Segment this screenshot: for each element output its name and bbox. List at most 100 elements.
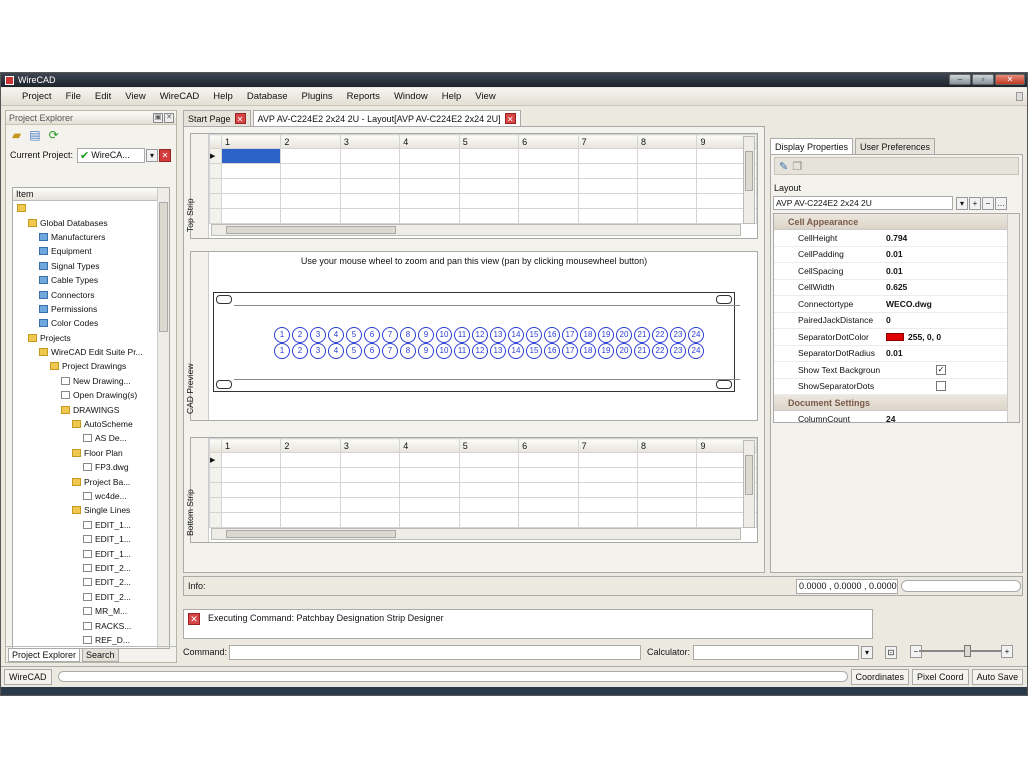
grid-cell[interactable] — [458, 208, 520, 224]
patch-jack[interactable]: 13 — [490, 343, 506, 359]
grid-column-header[interactable]: 8 — [636, 438, 698, 453]
layout-remove-button[interactable]: − — [982, 196, 994, 210]
grid-cell[interactable] — [280, 452, 341, 468]
close-button[interactable]: ✕ — [995, 74, 1025, 85]
patch-jack[interactable]: 22 — [652, 343, 668, 359]
row-header[interactable] — [209, 163, 222, 179]
tree-node[interactable] — [13, 201, 169, 215]
menu-wirecad[interactable]: WireCAD — [153, 91, 207, 102]
project-close-button[interactable]: ✕ — [159, 148, 172, 162]
checkbox[interactable]: ✓ — [936, 364, 946, 375]
property-row[interactable]: Show Text Backgroun ✓ — [774, 362, 1019, 379]
grid-cell[interactable] — [458, 497, 520, 513]
property-row[interactable]: CellPadding 0.01 — [774, 247, 1019, 263]
grid-cell[interactable] — [518, 148, 579, 164]
grid-cell[interactable] — [577, 467, 639, 483]
grid-column-header[interactable]: 7 — [577, 438, 639, 453]
grid-cell[interactable] — [577, 482, 639, 498]
patch-jack[interactable]: 16 — [544, 327, 560, 343]
grid-cell[interactable] — [280, 178, 341, 194]
tab-project-explorer[interactable]: Project Explorer — [8, 647, 81, 662]
grid-cell[interactable] — [458, 512, 520, 528]
top-strip-hscroll-thumb[interactable] — [226, 226, 396, 234]
tree-node[interactable]: Projects — [13, 331, 169, 345]
patch-jack[interactable]: 9 — [418, 327, 434, 343]
grid-cell[interactable] — [339, 512, 401, 528]
minimize-button[interactable]: – — [949, 74, 971, 85]
menu-help[interactable]: Help — [206, 91, 240, 102]
grid-cell[interactable] — [399, 512, 460, 528]
grid-column-header[interactable]: 5 — [458, 134, 520, 149]
patch-jack[interactable]: 19 — [598, 343, 614, 359]
tree-node[interactable]: EDIT_1... — [13, 532, 169, 546]
tree-scrollbar[interactable] — [157, 188, 169, 648]
grid-cell[interactable] — [458, 148, 520, 164]
grid-cell[interactable] — [339, 467, 401, 483]
tree-node[interactable]: EDIT_1... — [13, 546, 169, 560]
grid-cell[interactable] — [220, 178, 282, 194]
layout-add-button[interactable]: + — [969, 196, 981, 210]
tree-node[interactable]: Color Codes — [13, 316, 169, 330]
property-value[interactable]: 0.01 — [886, 348, 903, 358]
zoom-fit-icon[interactable]: ⊡ — [885, 645, 897, 659]
grid-cell[interactable] — [577, 452, 639, 468]
calculator-input[interactable] — [693, 644, 859, 660]
property-row[interactable]: ColumnCount 24 — [774, 411, 1019, 422]
edit-icon[interactable]: ✎ — [779, 160, 788, 173]
pin-icon[interactable]: ▣ — [153, 112, 163, 123]
patch-jack[interactable]: 12 — [472, 327, 488, 343]
patch-jack[interactable]: 23 — [670, 327, 686, 343]
top-strip-vscroll-thumb[interactable] — [745, 151, 753, 191]
patch-jack[interactable]: 22 — [652, 327, 668, 343]
grid-cell[interactable] — [339, 497, 401, 513]
grid-cell[interactable] — [518, 208, 579, 224]
patch-jack[interactable]: 8 — [400, 327, 416, 343]
property-value[interactable]: 0.01 — [886, 249, 903, 259]
color-swatch[interactable] — [886, 332, 904, 341]
grid-cell[interactable] — [220, 193, 282, 209]
tree-node[interactable]: RACKS... — [13, 618, 169, 632]
patch-jack[interactable]: 3 — [310, 327, 326, 343]
grid-column-header[interactable]: 4 — [399, 134, 460, 149]
grid-column-header[interactable]: 1 — [220, 134, 282, 149]
grid-cell[interactable] — [636, 497, 698, 513]
grid-cell[interactable] — [280, 208, 341, 224]
row-header[interactable] — [209, 193, 222, 209]
menu-project[interactable]: Project — [15, 91, 59, 102]
patch-jack[interactable]: 2 — [292, 327, 308, 343]
cad-preview[interactable]: CAD Preview Use your mouse wheel to zoom… — [185, 251, 758, 421]
grid-column-header[interactable]: 1 — [220, 438, 282, 453]
layout-more-button[interactable]: … — [995, 196, 1007, 210]
row-header[interactable] — [209, 178, 222, 194]
patch-jack[interactable]: 24 — [688, 327, 704, 343]
menu-reports[interactable]: Reports — [340, 91, 387, 102]
grid-cell[interactable] — [339, 208, 401, 224]
maximize-button[interactable]: ▫ — [972, 74, 994, 85]
row-header[interactable] — [209, 482, 222, 498]
row-header[interactable] — [209, 208, 222, 224]
patch-jack[interactable]: 17 — [562, 343, 578, 359]
property-value[interactable]: 0.625 — [886, 282, 907, 292]
patch-jack[interactable]: 7 — [382, 327, 398, 343]
category-cell-appearance[interactable]: Cell Appearance — [774, 214, 1019, 230]
grid-cell[interactable] — [458, 482, 520, 498]
copy-icon[interactable]: ❐ — [792, 160, 802, 173]
zoom-in-button[interactable]: + — [1001, 645, 1013, 658]
grid-cell[interactable] — [636, 452, 698, 468]
grid-cell[interactable] — [399, 467, 460, 483]
patch-jack[interactable]: 18 — [580, 327, 596, 343]
grid-cell[interactable] — [577, 148, 639, 164]
property-row[interactable]: SeparatorDotColor 255, 0, 0 — [774, 329, 1019, 346]
grid-column-header[interactable]: 8 — [636, 134, 698, 149]
patch-jack[interactable]: 16 — [544, 343, 560, 359]
property-value[interactable]: 24 — [886, 414, 895, 422]
grid-column-header[interactable]: 5 — [458, 438, 520, 453]
property-row[interactable]: Connectortype WECO.dwg — [774, 296, 1019, 313]
row-header[interactable] — [209, 512, 222, 528]
status-coordinates[interactable]: Coordinates — [850, 668, 910, 685]
property-value[interactable]: 255, 0, 0 — [886, 332, 941, 342]
grid-cell[interactable] — [220, 148, 282, 164]
patch-jack[interactable]: 24 — [688, 343, 704, 359]
top-strip-grid[interactable]: 1 2 3 4 5 6 7 8 9 ▶ — [209, 134, 757, 224]
property-value[interactable]: WECO.dwg — [886, 299, 932, 309]
